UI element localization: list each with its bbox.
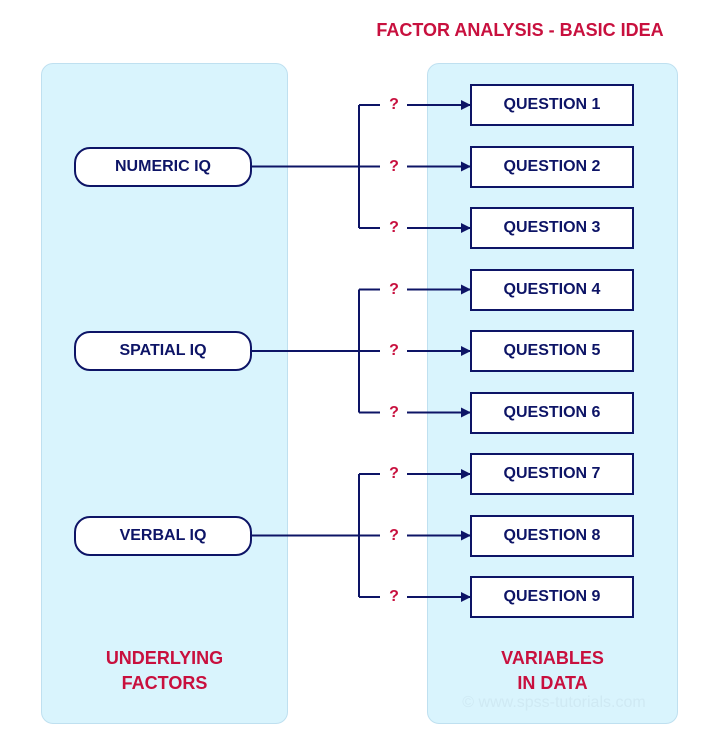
watermark: © www.spss-tutorials.com [462,694,646,711]
question-box: QUESTION 8 [470,514,634,557]
footer-right-line1: VARIABLES [501,648,604,668]
unknown-loading-mark: ? [389,280,399,298]
factor-box: NUMERIC IQ [74,146,252,187]
footer-left-line1: UNDERLYING [105,648,224,668]
unknown-loading-mark: ? [389,403,399,421]
question-box: QUESTION 5 [470,330,634,372]
unknown-loading-mark: ? [389,526,399,544]
question-box: QUESTION 6 [470,391,634,434]
question-box: QUESTION 1 [470,84,634,126]
unknown-loading-mark: ? [389,157,399,175]
question-box: QUESTION 3 [470,207,634,249]
question-box: QUESTION 7 [470,453,634,495]
factor-box: SPATIAL IQ [74,331,252,371]
unknown-loading-mark: ? [389,219,399,236]
footer-right-line2: IN DATA [517,673,588,693]
unknown-loading-mark: ? [389,342,399,359]
unknown-loading-mark: ? [389,465,399,482]
unknown-loading-mark: ? [389,588,399,605]
question-box: QUESTION 4 [470,268,634,311]
question-box: QUESTION 2 [470,145,634,188]
unknown-loading-mark: ? [389,96,399,113]
factor-box: VERBAL IQ [74,515,252,556]
footer-variables-in-data: VARIABLES IN DATA [427,646,678,696]
question-box: QUESTION 9 [470,576,634,618]
footer-left-line2: FACTORS [121,673,208,693]
footer-underlying-factors: UNDERLYING FACTORS [41,646,288,696]
